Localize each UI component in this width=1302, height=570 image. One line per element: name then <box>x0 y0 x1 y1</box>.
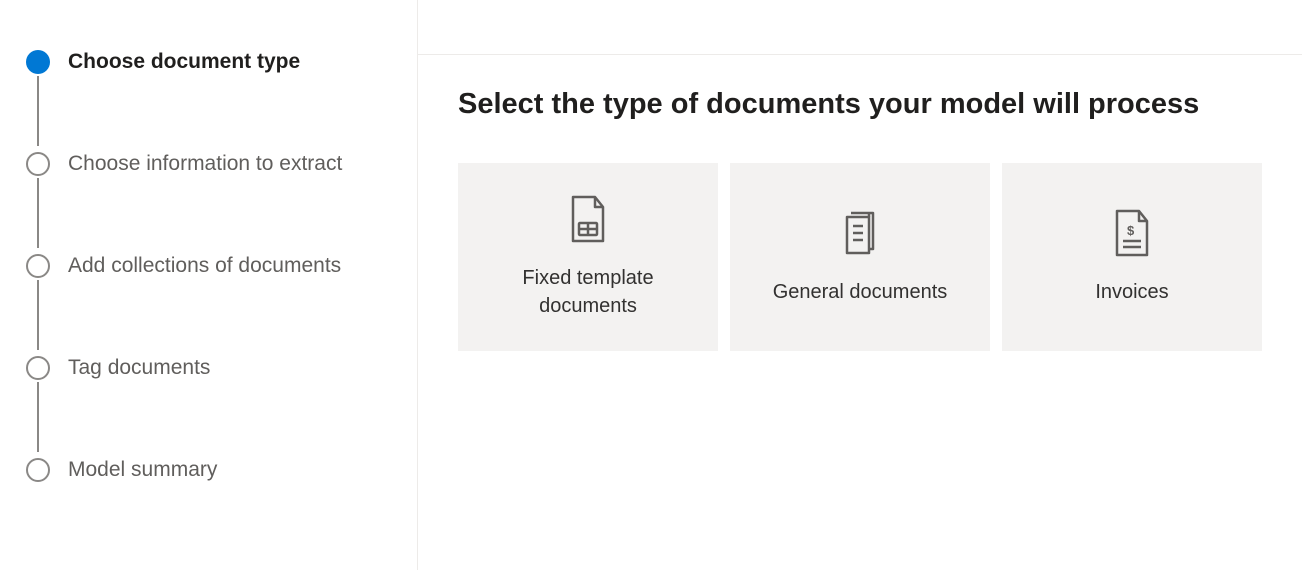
wizard-steps: Choose document type Choose information … <box>26 48 397 484</box>
step-label: Add collections of documents <box>68 254 341 278</box>
step-label: Choose document type <box>68 50 300 74</box>
wizard-sidebar: Choose document type Choose information … <box>0 0 417 570</box>
document-template-icon <box>566 194 610 244</box>
content-inner: Select the type of documents your model … <box>418 54 1302 385</box>
step-connector <box>37 382 39 452</box>
step-choose-document-type[interactable]: Choose document type <box>26 48 397 76</box>
card-label: Invoices <box>1095 278 1168 306</box>
svg-text:$: $ <box>1127 223 1135 238</box>
card-fixed-template[interactable]: Fixed template documents <box>458 163 718 351</box>
step-connector <box>37 76 39 146</box>
card-general-documents[interactable]: General documents <box>730 163 990 351</box>
step-connector <box>37 178 39 248</box>
step-marker-hollow-icon <box>26 152 50 176</box>
document-type-cards: Fixed template documents General documen… <box>458 163 1262 351</box>
step-model-summary[interactable]: Model summary <box>26 456 397 484</box>
step-marker-active-icon <box>26 50 50 74</box>
card-invoices[interactable]: $ Invoices <box>1002 163 1262 351</box>
documents-stack-icon <box>838 208 882 258</box>
step-marker-hollow-icon <box>26 458 50 482</box>
step-add-collections[interactable]: Add collections of documents <box>26 252 397 280</box>
step-marker-hollow-icon <box>26 254 50 278</box>
card-label: Fixed template documents <box>474 264 702 320</box>
step-label: Model summary <box>68 458 217 482</box>
step-connector <box>37 280 39 350</box>
step-tag-documents[interactable]: Tag documents <box>26 354 397 382</box>
card-label: General documents <box>773 278 948 306</box>
invoice-icon: $ <box>1110 208 1154 258</box>
main-content: Select the type of documents your model … <box>417 0 1302 570</box>
step-label: Tag documents <box>68 356 210 380</box>
step-marker-hollow-icon <box>26 356 50 380</box>
page-title: Select the type of documents your model … <box>458 88 1262 121</box>
step-label: Choose information to extract <box>68 152 342 176</box>
step-choose-information[interactable]: Choose information to extract <box>26 150 397 178</box>
